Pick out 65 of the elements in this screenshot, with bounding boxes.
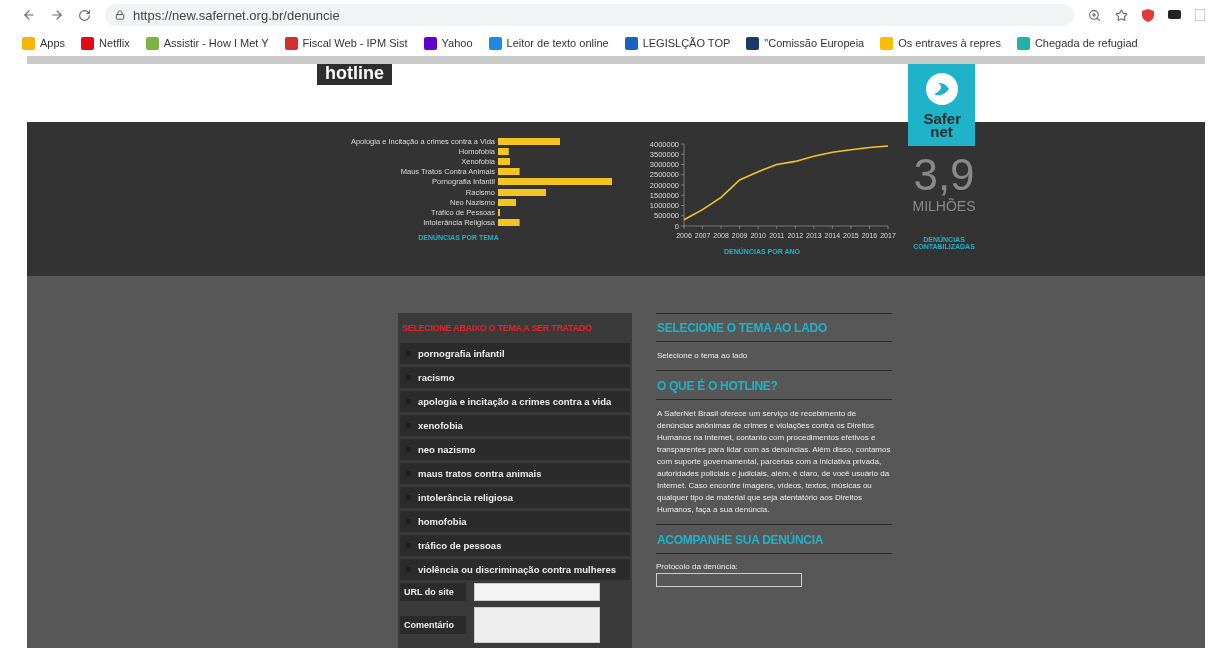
topic-item[interactable]: pornografia infantil: [400, 343, 630, 364]
topic-item[interactable]: homofobia: [400, 511, 630, 532]
logo-text: Safer net: [923, 112, 960, 138]
total-value: 3,9: [913, 152, 975, 198]
url-field[interactable]: [474, 583, 600, 601]
back-icon[interactable]: [22, 8, 36, 22]
section-title: O QUE É O HOTLINE?: [656, 379, 892, 400]
topic-item[interactable]: violência ou discriminação contra mulheres: [400, 559, 630, 580]
bookmark[interactable]: Yahoo: [423, 36, 473, 50]
logo-icon: [924, 72, 959, 106]
lock-icon: [115, 10, 125, 20]
bookmark[interactable]: Chegada de refugiad: [1016, 36, 1138, 50]
bookmark-icon: [488, 36, 502, 50]
comment-field[interactable]: [474, 607, 600, 643]
bookmark[interactable]: Apps: [22, 36, 66, 50]
field-label: Comentário: [400, 616, 466, 634]
bookmark-icon: [423, 36, 437, 50]
bookmark[interactable]: "Comissão Europeia: [746, 36, 865, 50]
section-text: Selecione o tema ao lado: [656, 342, 892, 371]
section-text: A SaferNet Brasil oferece um serviço de recebimento de denúncias anônimas de crimes e violações contra os Direitos Humanos na Internet, contanto com procedimentos efetivos e transparentes para lidar com as denúncias. Além disso, contamos com suporte governamental, parcerias com a iniciativa privada, autoridades policiais e judiciais, além, é claro, de você usuário da Internet. Caso encontre imagens, vídeos, textos, músicas ou qualquer tipo de material que seja atentatório aos Direitos Humanos, faça a sua denúncia.: [656, 400, 892, 525]
bookmark-icon: [880, 36, 894, 50]
extension-icon[interactable]: [1168, 9, 1181, 21]
zoom-icon[interactable]: [1088, 8, 1101, 22]
safernet-logo[interactable]: Safer net: [908, 64, 975, 146]
chart-bar: [498, 198, 516, 206]
bookmark-icon: [1016, 36, 1030, 50]
forward-icon[interactable]: [50, 8, 64, 22]
bookmark[interactable]: LEGISLÇÃO TOP: [624, 36, 731, 50]
shield-icon[interactable]: [1142, 8, 1154, 22]
topic-item[interactable]: intolerância religiosa: [400, 487, 630, 508]
bookmark-icon: [145, 36, 159, 50]
url-text: https://new.safernet.org.br/denuncie: [133, 7, 340, 23]
topic-item[interactable]: tráfico de pessoas: [400, 535, 630, 556]
protocol-field[interactable]: [656, 573, 802, 587]
topic-item[interactable]: maus tratos contra animais: [400, 463, 630, 484]
bookmark-icon: [746, 36, 760, 50]
bookmark[interactable]: Os entraves à repres: [880, 36, 1001, 50]
section-title: SELECIONE O TEMA AO LADO: [656, 321, 892, 342]
chart-bar: [498, 137, 561, 145]
address-bar[interactable]: https://new.safernet.org.br/denuncie: [105, 4, 1074, 26]
topic-item[interactable]: neo nazismo: [400, 439, 630, 460]
topic-item[interactable]: xenofobia: [400, 415, 630, 436]
bookmark[interactable]: Fiscal Web - IPM Sist: [284, 36, 408, 50]
chart-bar: [498, 147, 509, 155]
field-label: Protocolo da denúncia:: [656, 562, 738, 571]
hotline-badge: hotline: [317, 64, 392, 85]
total-unit: MILHÕES: [912, 198, 976, 214]
topic-heading: SELECIONE ABAIXO O TEMA A SER TRATADO: [401, 322, 593, 335]
bookmark[interactable]: Assistir - How I Met Y: [145, 36, 269, 50]
bookmark-icon: [81, 36, 95, 50]
chart-bar: [498, 188, 546, 196]
bookmark-icon: [284, 36, 298, 50]
bookmark[interactable]: Leitor de texto online: [488, 36, 609, 50]
chart-bar: [498, 168, 520, 176]
reload-icon[interactable]: [78, 8, 91, 22]
topic-item[interactable]: apologia e incitação a crimes contra a vida: [400, 391, 630, 412]
bookmark-star-icon[interactable]: [1115, 8, 1128, 22]
field-label: URL do site: [400, 583, 466, 601]
chart-bar: [498, 157, 510, 165]
chart-bar: [498, 219, 520, 227]
topic-item[interactable]: racismo: [400, 367, 630, 388]
bookmark[interactable]: Netflix: [81, 36, 130, 50]
bookmark-icon: [22, 36, 35, 50]
section-title: ACOMPANHE SUA DENÚNCIA: [656, 533, 892, 554]
bookmark-icon: [624, 36, 638, 50]
